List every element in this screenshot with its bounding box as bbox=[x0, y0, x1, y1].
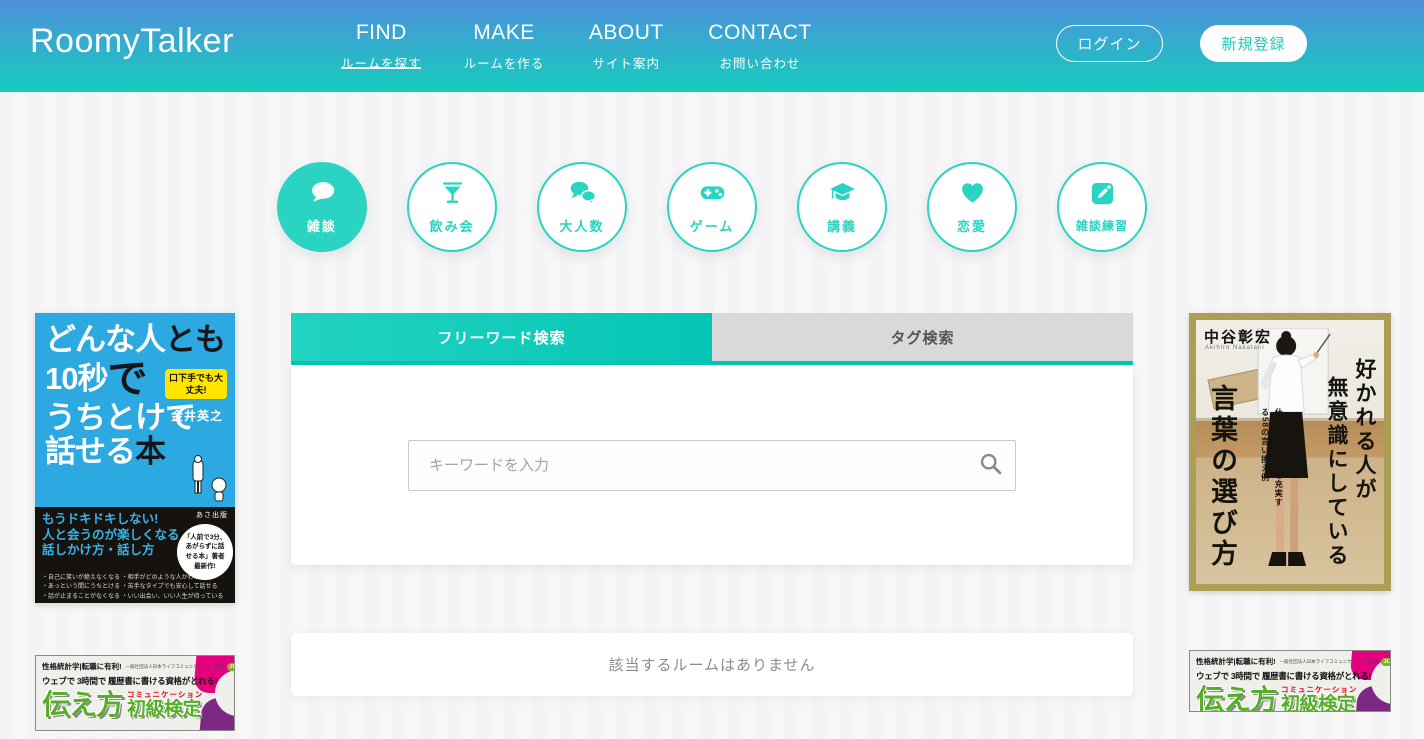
banner-line2: ウェブで 3時間で 履歴書に書ける資格がとれる! bbox=[1196, 670, 1386, 682]
nav-item-find[interactable]: FIND ルームを探す bbox=[333, 0, 430, 92]
ad-title-column-2: 無意識にしている bbox=[1321, 376, 1351, 568]
title-seg: 話せる bbox=[45, 434, 135, 469]
search-panel bbox=[291, 365, 1133, 565]
title-seg: 10秒 bbox=[45, 361, 107, 396]
pencil-square-icon bbox=[1089, 180, 1116, 212]
login-button[interactable]: ログイン bbox=[1056, 25, 1163, 62]
category-kougi[interactable]: 講義 bbox=[797, 162, 887, 252]
nav-item-make[interactable]: MAKE ルームを作る bbox=[456, 0, 553, 92]
nav-item-contact[interactable]: CONTACT お問い合わせ bbox=[700, 0, 819, 92]
ad-author: 中谷彰宏 bbox=[1204, 326, 1272, 347]
search-box bbox=[408, 440, 1016, 491]
category-label: 恋愛 bbox=[957, 216, 987, 235]
search-section: フリーワード検索 タグ検索 該当するルームはありません bbox=[291, 313, 1133, 696]
category-label: ゲーム bbox=[690, 216, 735, 235]
category-filter-row: 雑談 飲み会 大人数 ゲーム 講義 bbox=[0, 92, 1424, 252]
banner-org-badge: JLCA bbox=[1381, 658, 1391, 666]
nav-sublabel: サイト案内 bbox=[593, 53, 661, 72]
title-seg: 本 bbox=[135, 434, 165, 469]
lead-line: もうドキドキしない! bbox=[42, 512, 158, 526]
banner-line1: 性格統計学|転職に有利! bbox=[42, 661, 122, 672]
signup-button[interactable]: 新規登録 bbox=[1200, 25, 1307, 62]
banner-big-text-2: 初級検定 bbox=[127, 700, 203, 719]
category-game[interactable]: ゲーム bbox=[667, 162, 757, 252]
tab-tag-search[interactable]: タグ検索 bbox=[712, 313, 1133, 361]
banner-org: 一般社団法人日本ライフコミュニケーション協会 bbox=[126, 664, 225, 670]
category-label: 雑談練習 bbox=[1076, 217, 1128, 234]
category-zatsudan[interactable]: 雑談 bbox=[277, 162, 367, 252]
gamepad-icon bbox=[699, 179, 726, 211]
ad-book-lower-panel: もうドキドキしない! 人と会うのが楽しくなる 話しかけ方・話し方 ・自己に笑いが… bbox=[35, 507, 235, 603]
ad-book-cover: 中谷彰宏 Akihiro Nakatani 好かれる人が 無意識にしている 言葉… bbox=[1196, 320, 1384, 584]
nav-sublabel: ルームを探す bbox=[341, 53, 422, 72]
category-renai[interactable]: 恋愛 bbox=[927, 162, 1017, 252]
tab-freeword-search[interactable]: フリーワード検索 bbox=[291, 313, 712, 361]
category-oninzu[interactable]: 大人数 bbox=[537, 162, 627, 252]
nav-label: MAKE bbox=[473, 21, 535, 45]
banner-big-text-1: 伝え方 bbox=[1196, 687, 1277, 712]
nav-label: ABOUT bbox=[589, 21, 664, 45]
ad-subtitle: 仕事も人間関係も充実する58の言い換え例 bbox=[1258, 408, 1285, 514]
ad-banner-right[interactable]: 性格統計学|転職に有利! 一般社団法人日本ライフコミュニケーション協会 JLCA… bbox=[1189, 650, 1391, 712]
category-label: 大人数 bbox=[559, 216, 604, 235]
ad-badge: 口下手でも大丈夫! bbox=[165, 369, 227, 399]
main-content: 雑談 飲み会 大人数 ゲーム 講義 bbox=[0, 92, 1424, 739]
keyword-search-input[interactable] bbox=[408, 440, 1016, 491]
ad-characters-illustration bbox=[185, 455, 231, 512]
empty-results-message: 該当するルームはありません bbox=[291, 633, 1133, 696]
banner-big-text-2: 初級検定 bbox=[1281, 695, 1357, 712]
nav-label: CONTACT bbox=[708, 21, 811, 45]
search-tabs: フリーワード検索 タグ検索 bbox=[291, 313, 1133, 361]
title-seg: とも bbox=[165, 322, 225, 357]
search-icon bbox=[978, 451, 1003, 479]
ad-author-en: Akihiro Nakatani bbox=[1205, 345, 1265, 351]
ad-title-column-1: 好かれる人が bbox=[1349, 358, 1379, 502]
ad-left-book[interactable]: どんな人とも 10秒で うちとけて 話せる本 口下手でも大丈夫! 金井英之 もう… bbox=[35, 313, 235, 603]
cocktail-icon bbox=[439, 179, 466, 211]
group-chat-icon bbox=[569, 179, 596, 211]
heart-icon bbox=[959, 179, 986, 211]
bullet-line: ・あっという間にうちとける ・苦手なタイプでも安心して話せる bbox=[42, 584, 218, 590]
title-seg: どんな人 bbox=[45, 322, 165, 357]
category-zatsudan-renshu[interactable]: 雑談練習 bbox=[1057, 162, 1147, 252]
banner-org-badge: JLCA bbox=[227, 663, 235, 671]
nav-label: FIND bbox=[356, 21, 407, 45]
site-logo[interactable]: RoomyTalker bbox=[30, 22, 234, 61]
ad-lead-copy: もうドキドキしない! 人と会うのが楽しくなる 話しかけ方・話し方 bbox=[42, 512, 192, 559]
nav-item-about[interactable]: ABOUT サイト案内 bbox=[578, 0, 674, 92]
site-header: RoomyTalker FIND ルームを探す MAKE ルームを作る ABOU… bbox=[0, 0, 1424, 92]
search-submit-button[interactable] bbox=[968, 444, 1012, 487]
ad-publisher: あさ出版 bbox=[196, 510, 228, 520]
ad-circle-badge: 「人前で3分、あがらずに話せる本」著者最新作! bbox=[177, 524, 233, 580]
graduation-cap-icon bbox=[829, 179, 856, 211]
banner-org: 一般社団法人日本ライフコミュニケーション協会 bbox=[1280, 659, 1379, 665]
category-label: 飲み会 bbox=[429, 216, 474, 235]
category-label: 講義 bbox=[827, 216, 857, 235]
ad-right-book[interactable]: 中谷彰宏 Akihiro Nakatani 好かれる人が 無意識にしている 言葉… bbox=[1189, 313, 1391, 591]
title-seg: で bbox=[107, 357, 146, 401]
bullet-line: ・自己に笑いが絶えなくなる ・相手がどのような人かわかる bbox=[42, 575, 206, 581]
banner-line1: 性格統計学|転職に有利! bbox=[1196, 656, 1276, 667]
ad-author: 金井英之 bbox=[171, 407, 223, 424]
lead-line: 話しかけ方・話し方 bbox=[42, 543, 155, 557]
category-label: 雑談 bbox=[307, 216, 337, 235]
nav-sublabel: ルームを作る bbox=[464, 53, 545, 72]
category-nomikai[interactable]: 飲み会 bbox=[407, 162, 497, 252]
woman-illustration bbox=[1238, 328, 1334, 583]
speech-bubble-icon bbox=[309, 179, 336, 211]
banner-line2: ウェブで 3時間で 履歴書に書ける資格がとれる! bbox=[42, 675, 230, 687]
main-nav: FIND ルームを探す MAKE ルームを作る ABOUT サイト案内 CONT… bbox=[333, 0, 820, 92]
lead-line: 人と会うのが楽しくなる bbox=[42, 528, 180, 542]
banner-big-text-1: 伝え方 bbox=[42, 692, 123, 719]
auth-buttons: ログイン 新規登録 bbox=[1056, 25, 1307, 62]
nav-sublabel: お問い合わせ bbox=[719, 53, 800, 72]
bullet-line: ・話が止まることがなくなる ・いい出会い、いい人生が待っている bbox=[42, 594, 223, 600]
ad-title-main: 言葉の選び方 bbox=[1203, 384, 1242, 570]
ad-banner-left[interactable]: 性格統計学|転職に有利! 一般社団法人日本ライフコミュニケーション協会 JLCA… bbox=[35, 655, 235, 731]
